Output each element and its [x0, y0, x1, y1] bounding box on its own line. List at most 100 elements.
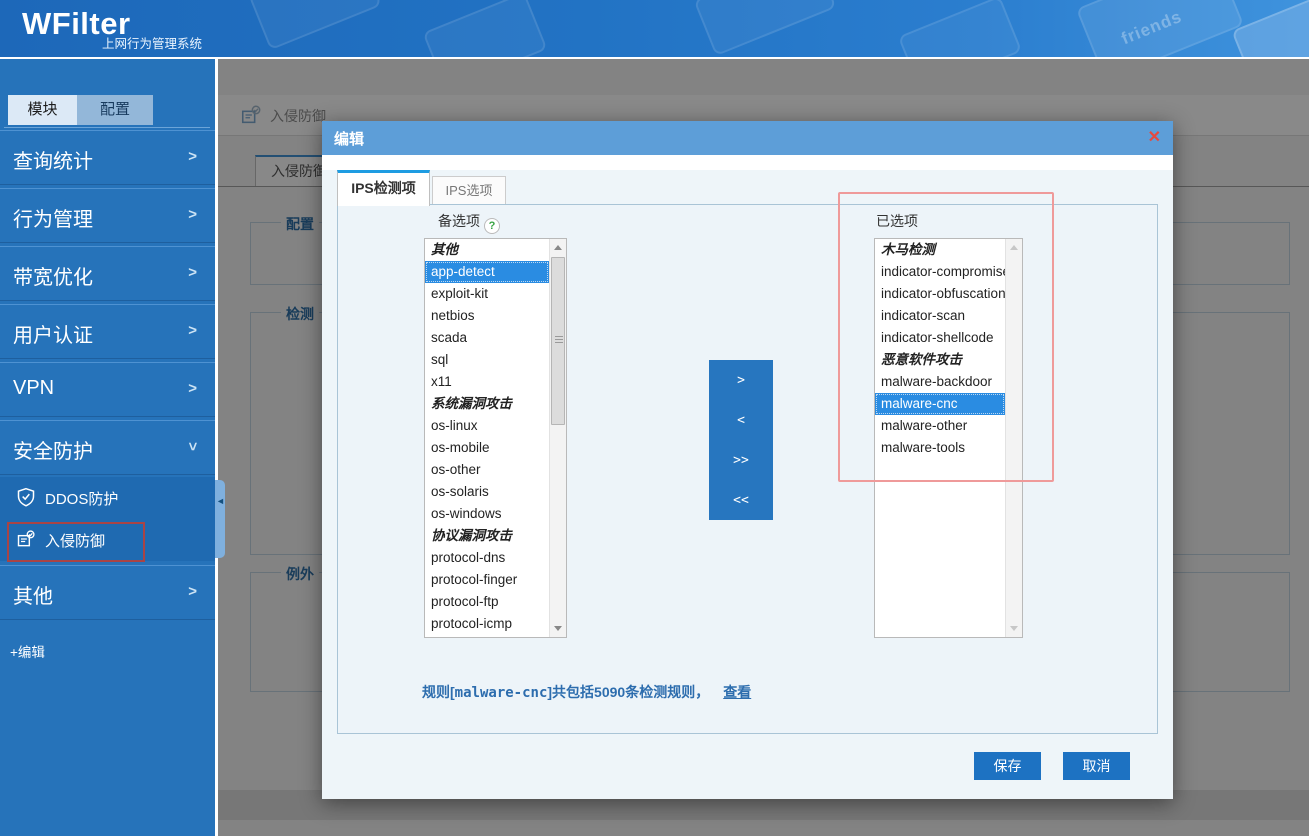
candidates-label: 备选项?	[438, 211, 500, 234]
list-item[interactable]: sql	[425, 349, 549, 371]
view-link[interactable]: 查看	[723, 684, 751, 700]
chevron-right-icon: >	[188, 206, 197, 223]
list-item[interactable]: protocol-finger	[425, 569, 549, 591]
list-item-label: malware-cnc	[881, 396, 958, 411]
scrollbar-thumb[interactable]	[551, 257, 565, 425]
transfer-button[interactable]: >>	[709, 440, 773, 480]
list-item[interactable]: os-windows	[425, 503, 549, 525]
list-item-label: protocol-dns	[431, 550, 505, 565]
close-icon[interactable]: ✕	[1148, 128, 1161, 148]
sidebar-menu-item-other[interactable]: 其他 >	[0, 565, 215, 620]
list-item[interactable]: 恶意软件攻击	[875, 349, 1005, 371]
scrollbar[interactable]	[549, 239, 566, 637]
titlebar-gap	[322, 155, 1173, 170]
list-item-label: malware-tools	[881, 440, 965, 455]
sidebar: 模块 配置 查询统计 > 行为管理 > 带宽优化 > 用户认证 >	[0, 59, 215, 836]
sidebar-menu-item[interactable]: 用户认证 >	[0, 304, 215, 359]
list-item[interactable]: x11	[425, 371, 549, 393]
dialog-titlebar[interactable]: 编辑 ✕	[322, 121, 1173, 155]
chevron-right-icon: >	[188, 380, 197, 397]
scroll-up-icon[interactable]	[1006, 239, 1022, 255]
sidebar-menu-item-label: 查询统计	[13, 145, 93, 174]
collapse-left-icon: ◄	[216, 496, 225, 506]
selected-rows: 木马检测 indicator-compromise indicator-obfu…	[875, 239, 1005, 637]
rule-note-after: ]共包括5090条检测规则，	[547, 684, 709, 700]
sidebar-edit-link[interactable]: +编辑	[10, 641, 45, 661]
scrollbar[interactable]	[1005, 239, 1022, 637]
list-item-label: protocol-icmp	[431, 616, 512, 631]
transfer-button[interactable]: <	[709, 400, 773, 440]
list-item[interactable]: 其他	[425, 239, 549, 261]
list-item-label: protocol-finger	[431, 572, 517, 587]
sidebar-menu-item[interactable]: 安全防护 >	[0, 420, 215, 475]
list-item[interactable]: exploit-kit	[425, 283, 549, 305]
transfer-button[interactable]: >	[709, 360, 773, 400]
list-item-label: indicator-compromise	[881, 264, 1005, 279]
tab-ips-detect[interactable]: IPS检测项	[337, 170, 430, 206]
list-item[interactable]: app-detect	[425, 261, 549, 283]
list-item[interactable]: malware-tools	[875, 437, 1005, 459]
list-item[interactable]: 木马检测	[875, 239, 1005, 261]
keyboard-key-decoration	[248, 0, 382, 50]
list-item-label: os-solaris	[431, 484, 489, 499]
list-item[interactable]: protocol-imap	[425, 635, 549, 637]
chevron-right-icon: >	[188, 322, 197, 339]
list-item-label: malware-other	[881, 418, 967, 433]
list-item[interactable]: 协议漏洞攻击	[425, 525, 549, 547]
list-item-label: 恶意软件攻击	[881, 352, 962, 367]
transfer-button[interactable]: <<	[709, 480, 773, 520]
list-item[interactable]: indicator-scan	[875, 305, 1005, 327]
list-item[interactable]: protocol-icmp	[425, 613, 549, 635]
sidebar-item-intrusion[interactable]: 入侵防御	[0, 519, 215, 561]
sidebar-tab-modules[interactable]: 模块	[8, 95, 77, 125]
list-item[interactable]: malware-backdoor	[875, 371, 1005, 393]
list-item[interactable]: malware-other	[875, 415, 1005, 437]
keyboard-key-decoration	[898, 0, 1022, 57]
list-item[interactable]: malware-cnc	[875, 393, 1005, 415]
list-item[interactable]: os-mobile	[425, 437, 549, 459]
list-item[interactable]: indicator-obfuscation	[875, 283, 1005, 305]
list-item[interactable]: os-other	[425, 459, 549, 481]
keyboard-key-decoration	[1231, 0, 1309, 57]
list-item[interactable]: os-solaris	[425, 481, 549, 503]
list-item[interactable]: indicator-compromise	[875, 261, 1005, 283]
sidebar-menu: 查询统计 > 行为管理 > 带宽优化 > 用户认证 > VPN >	[0, 130, 215, 478]
scroll-down-icon[interactable]	[550, 621, 566, 637]
tab-ips-options[interactable]: IPS选项	[432, 176, 506, 206]
sidebar-tab-config[interactable]: 配置	[77, 95, 153, 125]
keyboard-key-decoration	[693, 0, 836, 56]
list-item-label: netbios	[431, 308, 475, 323]
rule-note: 规则[malware-cnc]共包括5090条检测规则，查看	[422, 682, 751, 702]
scroll-up-icon[interactable]	[550, 239, 566, 255]
shield-check-icon	[16, 487, 36, 507]
list-item[interactable]: os-linux	[425, 415, 549, 437]
sidebar-menu-item-label: VPN	[13, 377, 54, 400]
list-item[interactable]: indicator-shellcode	[875, 327, 1005, 349]
list-item-label: os-other	[431, 462, 481, 477]
rule-code: malware-cnc	[455, 685, 548, 701]
list-item-label: protocol-ftp	[431, 594, 499, 609]
sidebar-menu-item[interactable]: 行为管理 >	[0, 188, 215, 243]
sidebar-collapse-handle[interactable]: ◄	[215, 480, 225, 558]
sidebar-menu-item-label: 安全防护	[13, 435, 93, 464]
sidebar-menu-item[interactable]: 带宽优化 >	[0, 246, 215, 301]
list-item[interactable]: 系统漏洞攻击	[425, 393, 549, 415]
list-item-label: scada	[431, 330, 467, 345]
list-item[interactable]: protocol-ftp	[425, 591, 549, 613]
sidebar-menu-item[interactable]: VPN >	[0, 362, 215, 417]
sidebar-item-ddos[interactable]: DDOS防护	[0, 477, 215, 519]
sidebar-menu-item-label: 其他	[13, 580, 53, 609]
candidates-rows: 其他 app-detect exploit-kit netbios	[425, 239, 549, 637]
list-item[interactable]: protocol-dns	[425, 547, 549, 569]
list-item[interactable]: netbios	[425, 305, 549, 327]
save-button[interactable]: 保存	[974, 752, 1041, 780]
sidebar-menu-item-label: 行为管理	[13, 203, 93, 232]
cancel-button[interactable]: 取消	[1063, 752, 1130, 780]
list-item-label: os-mobile	[431, 440, 490, 455]
list-item-label: indicator-obfuscation	[881, 286, 1005, 301]
sidebar-item-label: 入侵防御	[45, 530, 105, 551]
scroll-down-icon[interactable]	[1006, 621, 1022, 637]
list-item[interactable]: scada	[425, 327, 549, 349]
sidebar-menu-item[interactable]: 查询统计 >	[0, 130, 215, 185]
help-icon[interactable]: ?	[484, 218, 500, 234]
